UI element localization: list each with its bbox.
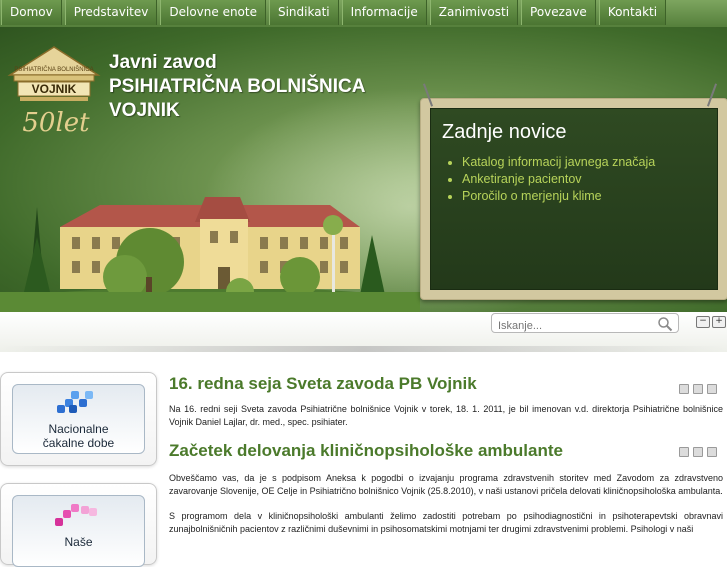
sidebar-box-nase[interactable]: Naše — [0, 483, 157, 567]
font-increase-button[interactable]: + — [712, 316, 726, 328]
print-icon[interactable] — [693, 447, 703, 457]
cakalne-dobe-label-1: Nacionalne — [48, 422, 109, 436]
search-box[interactable] — [491, 313, 679, 333]
news-item-porocilo[interactable]: Poročilo o merjenju klime — [462, 188, 655, 205]
cakalne-dobe-label-2: čakalne dobe — [42, 436, 115, 450]
board-pin-right — [706, 83, 718, 107]
nase-logo-icon — [55, 504, 97, 526]
article-tools — [679, 384, 717, 394]
font-decrease-button[interactable]: − — [696, 316, 710, 328]
search-input[interactable] — [498, 320, 653, 332]
article-paragraph: Obveščamo vas, da je s podpisom Aneksa k… — [169, 473, 723, 496]
title-line-2: PSIHIATRIČNA BOLNIŠNICA — [109, 76, 366, 97]
nav-item-delovne-enote[interactable]: Delovne enote — [160, 0, 266, 25]
nav-item-zanimivosti[interactable]: Zanimivosti — [429, 0, 519, 25]
print-icon[interactable] — [693, 384, 703, 394]
nase-label-1: Naše — [64, 535, 93, 549]
sidebar-box-cakalne-dobe[interactable]: Nacionalne čakalne dobe — [0, 372, 157, 466]
nav-item-domov[interactable]: Domov — [1, 0, 62, 25]
news-list: Katalog informacij javnega značaja Anket… — [447, 154, 655, 205]
email-icon[interactable] — [707, 384, 717, 394]
logo-ring-text: PSIHIATRIČNA BOLNIŠNICA — [14, 66, 93, 73]
article-2: Začetek delovanja kliničnopsihološke amb… — [169, 441, 723, 536]
news-item-katalog[interactable]: Katalog informacij javnega značaja — [462, 154, 655, 171]
nav-item-kontakti[interactable]: Kontakti — [598, 0, 667, 25]
pdf-icon[interactable] — [679, 384, 689, 394]
site-header: PSIHIATRIČNA BOLNIŠNICA VOJNIK 50let Jav… — [0, 27, 727, 312]
nav-item-informacije[interactable]: Informacije — [341, 0, 427, 25]
header-divider — [0, 346, 727, 352]
logo-name: VOJNIK — [32, 82, 77, 96]
news-board-surface: Zadnje novice Katalog informacij javnega… — [430, 108, 718, 290]
main-content: 16. redna seja Sveta zavoda PB Vojnik Na… — [169, 370, 723, 536]
article-title[interactable]: Začetek delovanja kliničnopsihološke amb… — [169, 441, 723, 461]
article-1: 16. redna seja Sveta zavoda PB Vojnik Na… — [169, 374, 723, 429]
news-item-anketiranje[interactable]: Anketiranje pacientov — [462, 171, 655, 188]
nase-banner[interactable]: Naše — [12, 495, 145, 567]
cakalne-dobe-banner[interactable]: Nacionalne čakalne dobe — [12, 384, 145, 454]
nav-item-predstavitev[interactable]: Predstavitev — [64, 0, 158, 25]
site-title: Javni zavod PSIHIATRIČNA BOLNIŠNICA VOJN… — [109, 51, 366, 123]
nav-item-povezave[interactable]: Povezave — [521, 0, 596, 25]
cakalne-dobe-logo-icon — [57, 391, 93, 413]
top-navigation: Domov Predstavitev Delovne enote Sindika… — [0, 0, 727, 27]
article-paragraph: S programom dela v kliničnopsihološki am… — [169, 511, 723, 534]
pdf-icon[interactable] — [679, 447, 689, 457]
article-title[interactable]: 16. redna seja Sveta zavoda PB Vojnik — [169, 374, 723, 394]
email-icon[interactable] — [707, 447, 717, 457]
logo-anniversary: 50let — [22, 108, 90, 137]
title-line-3: VOJNIK — [109, 100, 180, 121]
search-icon[interactable] — [657, 316, 673, 332]
nav-item-sindikati[interactable]: Sindikati — [268, 0, 339, 25]
article-paragraph: Na 16. redni seji Sveta zavoda Psihiatri… — [169, 404, 723, 427]
title-line-1: Javni zavod — [109, 52, 217, 73]
news-heading: Zadnje novice — [442, 121, 567, 143]
institution-logo[interactable]: PSIHIATRIČNA BOLNIŠNICA VOJNIK 50let — [6, 45, 102, 137]
article-tools — [679, 447, 717, 457]
news-board: Zadnje novice Katalog informacij javnega… — [420, 83, 727, 300]
hospital-building-illustration — [0, 197, 420, 312]
